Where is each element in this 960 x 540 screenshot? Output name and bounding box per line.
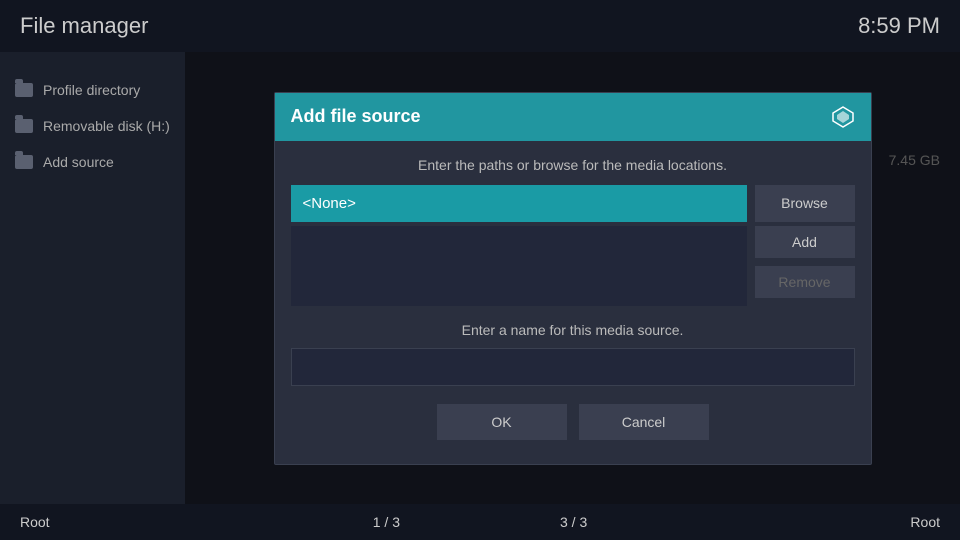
app-title: File manager — [20, 13, 148, 39]
bottom-center: 1 / 3 3 / 3 — [373, 514, 588, 530]
ok-button[interactable]: OK — [437, 404, 567, 440]
sidebar-item-label: Add source — [43, 154, 114, 170]
action-buttons: Add Remove — [755, 226, 855, 306]
path-input[interactable]: <None> — [291, 185, 747, 222]
sidebar-item-removable-disk[interactable]: Removable disk (H:) — [0, 108, 185, 144]
path-list — [291, 226, 747, 306]
clock: 8:59 PM — [858, 13, 940, 39]
pagination-right: 3 / 3 — [560, 514, 587, 530]
cancel-button[interactable]: Cancel — [579, 404, 709, 440]
bottom-left-label: Root — [20, 514, 50, 530]
folder-icon — [15, 155, 33, 169]
dialog-header: Add file source — [275, 93, 871, 141]
dialog-footer: OK Cancel — [291, 404, 855, 444]
sidebar-item-label: Removable disk (H:) — [43, 118, 170, 134]
add-file-source-dialog: Add file source Enter the paths or brows… — [274, 92, 872, 465]
name-instruction: Enter a name for this media source. — [291, 322, 855, 338]
path-area-row: Add Remove — [291, 226, 855, 306]
kodi-logo-icon — [831, 105, 855, 129]
sidebar-item-label: Profile directory — [43, 82, 140, 98]
paths-instruction: Enter the paths or browse for the media … — [291, 157, 855, 173]
bottom-bar: Root 1 / 3 3 / 3 Root — [0, 504, 960, 540]
bottom-right-label: Root — [910, 514, 940, 530]
sidebar-item-add-source[interactable]: Add source — [0, 144, 185, 180]
browse-button[interactable]: Browse — [755, 185, 855, 222]
top-bar: File manager 8:59 PM — [0, 0, 960, 52]
sidebar-item-profile-directory[interactable]: Profile directory — [0, 72, 185, 108]
source-name-input[interactable] — [291, 348, 855, 386]
path-input-row: <None> Browse — [291, 185, 855, 222]
folder-icon — [15, 119, 33, 133]
pagination-left: 1 / 3 — [373, 514, 400, 530]
dialog-title: Add file source — [291, 106, 421, 127]
dialog-overlay: Add file source Enter the paths or brows… — [185, 52, 960, 504]
sidebar: Profile directory Removable disk (H:) Ad… — [0, 52, 185, 504]
add-button[interactable]: Add — [755, 226, 855, 258]
main-area: 7.45 GB Add file source Enter the paths … — [185, 52, 960, 504]
remove-button[interactable]: Remove — [755, 266, 855, 298]
folder-icon — [15, 83, 33, 97]
dialog-body: Enter the paths or browse for the media … — [275, 141, 871, 464]
